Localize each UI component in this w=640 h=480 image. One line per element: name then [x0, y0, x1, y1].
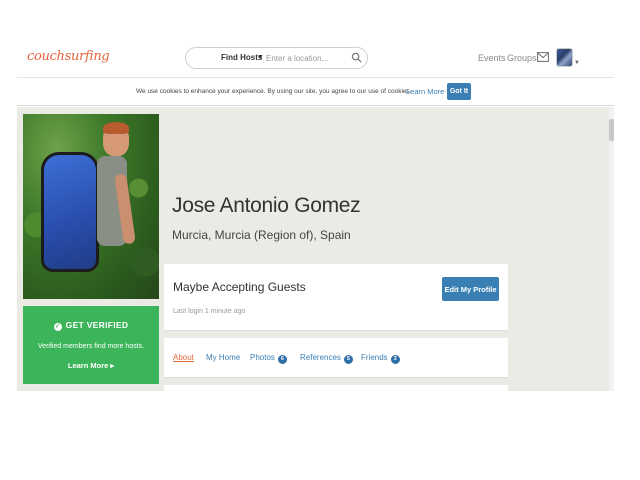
- user-avatar[interactable]: [556, 48, 573, 67]
- tab-photos-label: Photos: [250, 353, 275, 362]
- photos-count-badge: 6: [277, 355, 287, 364]
- edit-profile-button[interactable]: Edit My Profile: [442, 277, 499, 301]
- tab-references[interactable]: References 5: [300, 353, 353, 364]
- hosting-status-card: Maybe Accepting Guests Last login 1 minu…: [164, 264, 508, 331]
- location-search-input[interactable]: [266, 51, 354, 65]
- last-login: Last login 1 minute ago: [173, 308, 246, 315]
- cookie-learn-more-link[interactable]: Learn More: [406, 87, 444, 96]
- about-section-card: [164, 385, 508, 391]
- cookie-message: We use cookies to enhance your experienc…: [136, 88, 412, 95]
- photo-backpack: [41, 152, 99, 272]
- tab-my-home[interactable]: My Home: [206, 353, 240, 362]
- photo-hair: [103, 122, 129, 134]
- nav-groups-link[interactable]: Groups: [507, 53, 537, 63]
- profile-location: Murcia, Murcia (Region of), Spain: [172, 228, 351, 242]
- profile-name: Jose Antonio Gomez: [172, 194, 361, 217]
- couchsurfing-logo[interactable]: couchsurfing: [27, 49, 110, 64]
- hosting-status: Maybe Accepting Guests: [173, 280, 306, 294]
- nav-events-link[interactable]: Events: [478, 53, 506, 63]
- tab-my-home-label: My Home: [206, 353, 241, 362]
- check-circle-icon: ✓: [53, 323, 62, 331]
- get-verified-card: ✓ GET VERIFIED Verified members find more…: [23, 306, 159, 384]
- page-scrollbar[interactable]: [609, 107, 614, 391]
- tab-friends-label: Friends: [361, 353, 388, 362]
- verify-description: Verified members find more hosts.: [37, 343, 145, 350]
- app-window: couchsurfing Find Hosts ▼ Events Groups …: [0, 0, 640, 480]
- profile-tabs: About My Home Photos 6 References 5 Friend…: [164, 338, 508, 378]
- profile-content: ✓ GET VERIFIED Verified members find more…: [17, 107, 614, 391]
- tab-references-label: References: [300, 353, 341, 362]
- tab-about[interactable]: About: [173, 353, 194, 362]
- verify-learn-more-link[interactable]: Learn More ▸: [23, 361, 159, 370]
- tab-about-label: About: [173, 353, 194, 362]
- tab-photos[interactable]: Photos 6: [250, 353, 287, 364]
- top-navigation-bar: couchsurfing Find Hosts ▼ Events Groups …: [17, 40, 614, 78]
- search-box: Find Hosts ▼: [185, 47, 368, 69]
- scrollbar-thumb[interactable]: [609, 119, 614, 141]
- verify-title: ✓ GET VERIFIED: [23, 320, 159, 331]
- tab-friends[interactable]: Friends 3: [361, 353, 400, 364]
- friends-count-badge: 3: [390, 355, 400, 364]
- cookie-consent-bar: We use cookies to enhance your experienc…: [17, 79, 614, 106]
- mail-icon[interactable]: [537, 52, 549, 62]
- got-it-button[interactable]: Got It: [447, 83, 471, 100]
- search-icon[interactable]: [351, 52, 362, 63]
- references-count-badge: 5: [343, 355, 353, 364]
- avatar-chevron-down-icon[interactable]: ▼: [574, 60, 580, 66]
- chevron-down-icon[interactable]: ▼: [257, 54, 264, 61]
- profile-photo[interactable]: [23, 114, 159, 299]
- verify-title-text: GET VERIFIED: [65, 320, 129, 330]
